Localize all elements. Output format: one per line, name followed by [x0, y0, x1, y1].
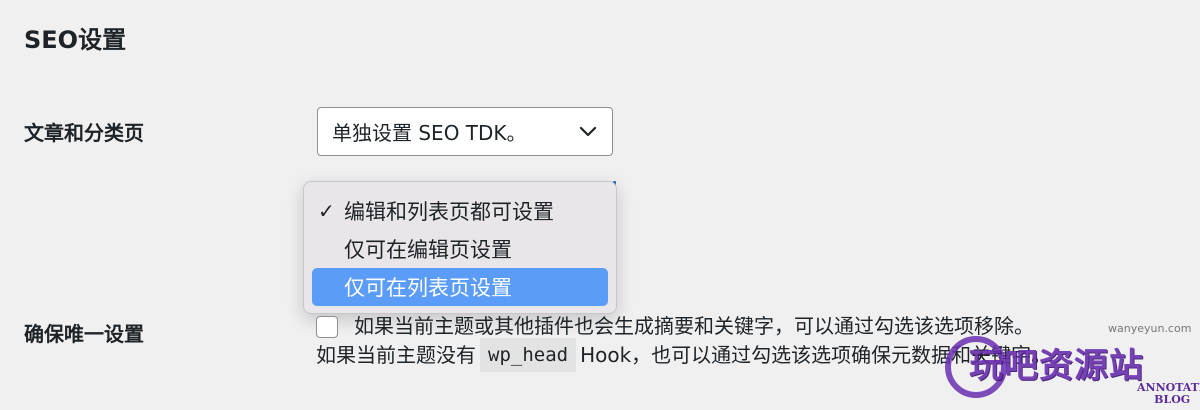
remove-meta-checkbox[interactable] — [316, 316, 338, 338]
code-wp-head: wp_head — [480, 338, 577, 372]
checkbox-label: 如果当前主题或其他插件也会生成摘要和关键字，可以通过勾选该选项移除。 — [354, 314, 1034, 338]
select-dropdown-menu: ✓ 编辑和列表页都可设置 仅可在编辑页设置 仅可在列表页设置 — [303, 181, 617, 314]
watermark-logo: 玩吧资源站 ANNOTATE BLOG — [945, 334, 1200, 410]
chevron-down-icon — [578, 122, 598, 142]
option-label: 编辑和列表页都可设置 — [344, 200, 554, 224]
option-label: 仅可在编辑页设置 — [344, 238, 512, 262]
option-label: 仅可在列表页设置 — [344, 276, 512, 300]
watermark-blog: ANNOTATE BLOG — [1137, 381, 1200, 406]
option-edit-and-list[interactable]: ✓ 编辑和列表页都可设置 — [312, 192, 608, 230]
option-list-only[interactable]: 仅可在列表页设置 — [312, 268, 608, 306]
select-value: 单独设置 SEO TDK。 — [332, 121, 527, 145]
option-edit-only[interactable]: 仅可在编辑页设置 — [312, 230, 608, 268]
unique-setting-label: 确保唯一设置 — [24, 322, 144, 346]
field-description: 如果当前主题没有 wp_head Hook，也可以通过勾选该选项确保元数据和关键… — [316, 338, 1051, 372]
watermark-text: 玩吧资源站 — [969, 346, 1144, 386]
checkmark-icon: ✓ — [318, 199, 335, 223]
posts-setting-label: 文章和分类页 — [24, 121, 144, 145]
description-text-before: 如果当前主题没有 — [316, 343, 476, 367]
section-title: SEO设置 — [24, 26, 127, 54]
seo-mode-select[interactable]: 单独设置 SEO TDK。 — [317, 107, 613, 156]
